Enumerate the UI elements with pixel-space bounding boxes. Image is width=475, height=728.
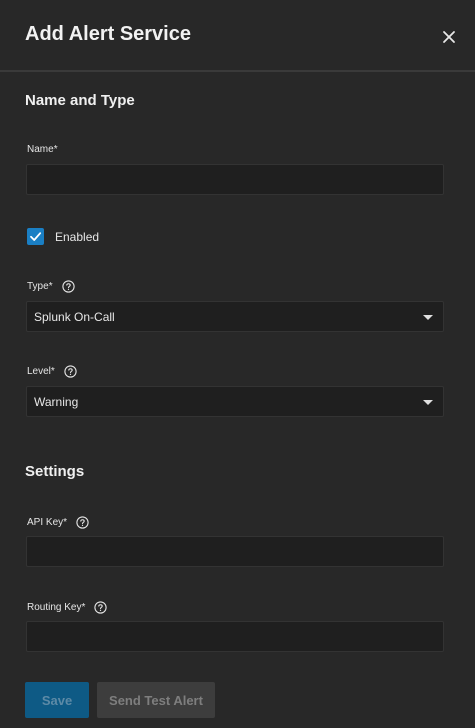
dropdown-arrow-icon — [423, 400, 433, 405]
name-input[interactable] — [27, 165, 443, 194]
enabled-checkbox[interactable] — [27, 228, 44, 245]
api-key-input[interactable] — [27, 537, 443, 566]
name-label-text: Name — [27, 144, 54, 155]
close-icon[interactable] — [439, 27, 459, 47]
help-circle-icon[interactable] — [64, 365, 77, 378]
add-alert-service-panel: Add Alert Service Name and Type Name * En… — [0, 0, 475, 728]
type-required-mark: * — [48, 281, 53, 292]
routing-key-field[interactable] — [26, 621, 444, 652]
name-field[interactable] — [26, 164, 444, 195]
routing-key-input[interactable] — [27, 622, 443, 651]
routing-key-required-mark: * — [81, 602, 86, 613]
dropdown-arrow-icon — [423, 315, 433, 320]
api-key-required-mark: * — [63, 517, 68, 528]
api-key-field[interactable] — [26, 536, 444, 567]
name-required-mark: * — [53, 144, 58, 155]
type-label-text: Type — [27, 281, 49, 292]
level-label-text: Level — [27, 366, 51, 377]
checkmark-icon — [30, 232, 42, 241]
help-circle-icon[interactable] — [94, 601, 108, 614]
level-label: Level * — [27, 365, 77, 378]
level-select[interactable]: Warning — [26, 386, 444, 417]
type-label: Type * — [27, 280, 75, 293]
routing-key-label: Routing Key * — [27, 601, 108, 614]
enabled-label: Enabled — [55, 230, 100, 244]
section-title-settings: Settings — [25, 463, 85, 480]
routing-key-label-text: Routing Key — [27, 602, 82, 613]
send-test-alert-button[interactable]: Send Test Alert — [97, 682, 215, 718]
save-button[interactable]: Save — [25, 682, 89, 718]
api-key-label-text: API Key — [27, 517, 64, 528]
help-circle-icon[interactable] — [76, 516, 89, 529]
name-label: Name * — [27, 144, 58, 155]
dialog-header: Add Alert Service — [0, 0, 475, 72]
type-select[interactable]: Splunk On-Call — [26, 301, 444, 332]
dialog-title: Add Alert Service — [25, 23, 191, 45]
api-key-label: API Key * — [27, 516, 89, 529]
section-title-name-and-type: Name and Type — [25, 92, 135, 109]
level-select-value: Warning — [34, 395, 79, 409]
type-select-value: Splunk On-Call — [34, 310, 115, 324]
level-required-mark: * — [50, 366, 55, 377]
help-circle-icon[interactable] — [61, 280, 75, 293]
